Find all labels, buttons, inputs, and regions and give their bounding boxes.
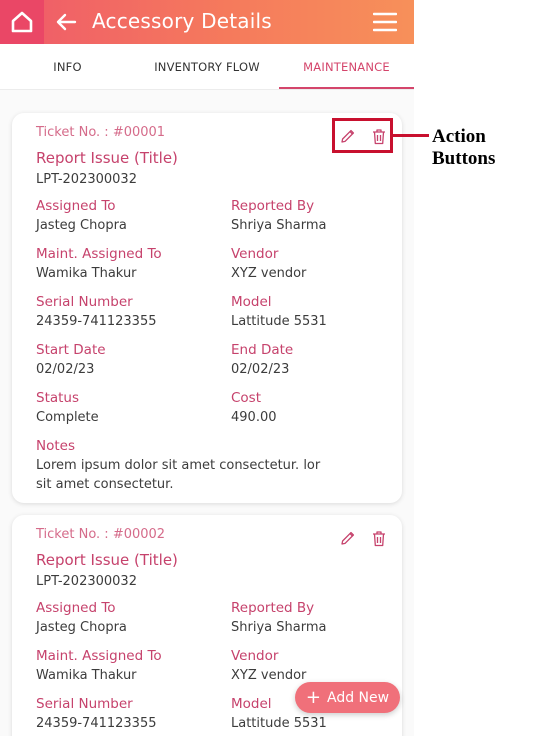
active-tab-indicator xyxy=(279,87,414,89)
notes-label: Notes xyxy=(36,438,75,454)
assigned-to-label: Assigned To xyxy=(36,600,116,616)
tab-bar: INFO INVENTORY FLOW MAINTENANCE xyxy=(0,44,414,90)
maint-assigned-to-label: Maint. Assigned To xyxy=(36,246,162,262)
asset-code: LPT-202300032 xyxy=(36,172,137,187)
maint-assigned-to-label: Maint. Assigned To xyxy=(36,648,162,664)
notes-value: Lorem ipsum dolor sit amet consectetur. … xyxy=(36,458,321,492)
start-date-value: 02/02/23 xyxy=(36,362,95,377)
vendor-label: Vendor xyxy=(231,246,279,262)
delete-trash-icon xyxy=(373,530,385,546)
reported-by-value: Shriya Sharma xyxy=(231,218,327,233)
end-date-value: 02/02/23 xyxy=(231,362,290,377)
reported-by-value: Shriya Sharma xyxy=(231,620,327,635)
back-arrow-icon xyxy=(56,13,77,31)
maintenance-card: Ticket No. : #00001 Report Issue (Title)… xyxy=(12,113,402,503)
home-icon xyxy=(11,11,33,33)
vendor-label: Vendor xyxy=(231,648,279,664)
model-label: Model xyxy=(231,696,272,712)
page-title: Accessory Details xyxy=(92,9,272,33)
tab-info[interactable]: INFO xyxy=(0,44,135,90)
serial-number-value: 24359-741123355 xyxy=(36,314,157,329)
maint-assigned-to-value: Wamika Thakur xyxy=(36,266,137,281)
tab-maintenance[interactable]: MAINTENANCE xyxy=(279,44,414,90)
edit-button[interactable] xyxy=(337,527,359,549)
maint-assigned-to-value: Wamika Thakur xyxy=(36,668,137,683)
cost-label: Cost xyxy=(231,390,262,406)
plus-icon: + xyxy=(305,686,321,708)
cost-value: 490.00 xyxy=(231,410,277,425)
tab-inventory-flow[interactable]: INVENTORY FLOW xyxy=(135,44,279,90)
model-value: Lattitude 5531 xyxy=(231,716,327,731)
status-value: Complete xyxy=(36,410,99,425)
annotation-line-2: Buttons xyxy=(432,148,496,169)
serial-number-label: Serial Number xyxy=(36,294,133,310)
add-new-button[interactable]: + Add New xyxy=(295,682,400,713)
ticket-number: Ticket No. : #00001 xyxy=(36,125,166,140)
ticket-number: Ticket No. : #00002 xyxy=(36,527,166,542)
vendor-value: XYZ vendor xyxy=(231,668,307,683)
app-screen: Accessory Details INFO INVENTORY FLOW MA… xyxy=(0,0,414,736)
serial-number-value: 24359-741123355 xyxy=(36,716,157,731)
issue-title: Report Issue (Title) xyxy=(36,551,178,569)
asset-code: LPT-202300032 xyxy=(36,574,137,589)
menu-icon xyxy=(373,12,397,32)
edit-pencil-icon xyxy=(341,531,355,545)
serial-number-label: Serial Number xyxy=(36,696,133,712)
action-buttons-highlight xyxy=(332,118,393,153)
add-new-label: Add New xyxy=(327,689,390,706)
app-header: Accessory Details xyxy=(0,0,414,44)
model-value: Lattitude 5531 xyxy=(231,314,327,329)
annotation-line-1: Action xyxy=(432,126,486,147)
annotation-connector xyxy=(393,134,429,137)
delete-button[interactable] xyxy=(368,527,390,549)
menu-button[interactable] xyxy=(372,10,398,34)
end-date-label: End Date xyxy=(231,342,294,358)
assigned-to-value: Jasteg Chopra xyxy=(36,218,127,233)
reported-by-label: Reported By xyxy=(231,198,315,214)
status-label: Status xyxy=(36,390,80,406)
reported-by-label: Reported By xyxy=(231,600,315,616)
annotation-label: Action Buttons xyxy=(432,126,495,170)
issue-title: Report Issue (Title) xyxy=(36,149,178,167)
model-label: Model xyxy=(231,294,272,310)
assigned-to-value: Jasteg Chopra xyxy=(36,620,127,635)
vendor-value: XYZ vendor xyxy=(231,266,307,281)
back-button[interactable] xyxy=(52,8,80,36)
assigned-to-label: Assigned To xyxy=(36,198,116,214)
home-button[interactable] xyxy=(0,0,44,44)
start-date-label: Start Date xyxy=(36,342,106,358)
